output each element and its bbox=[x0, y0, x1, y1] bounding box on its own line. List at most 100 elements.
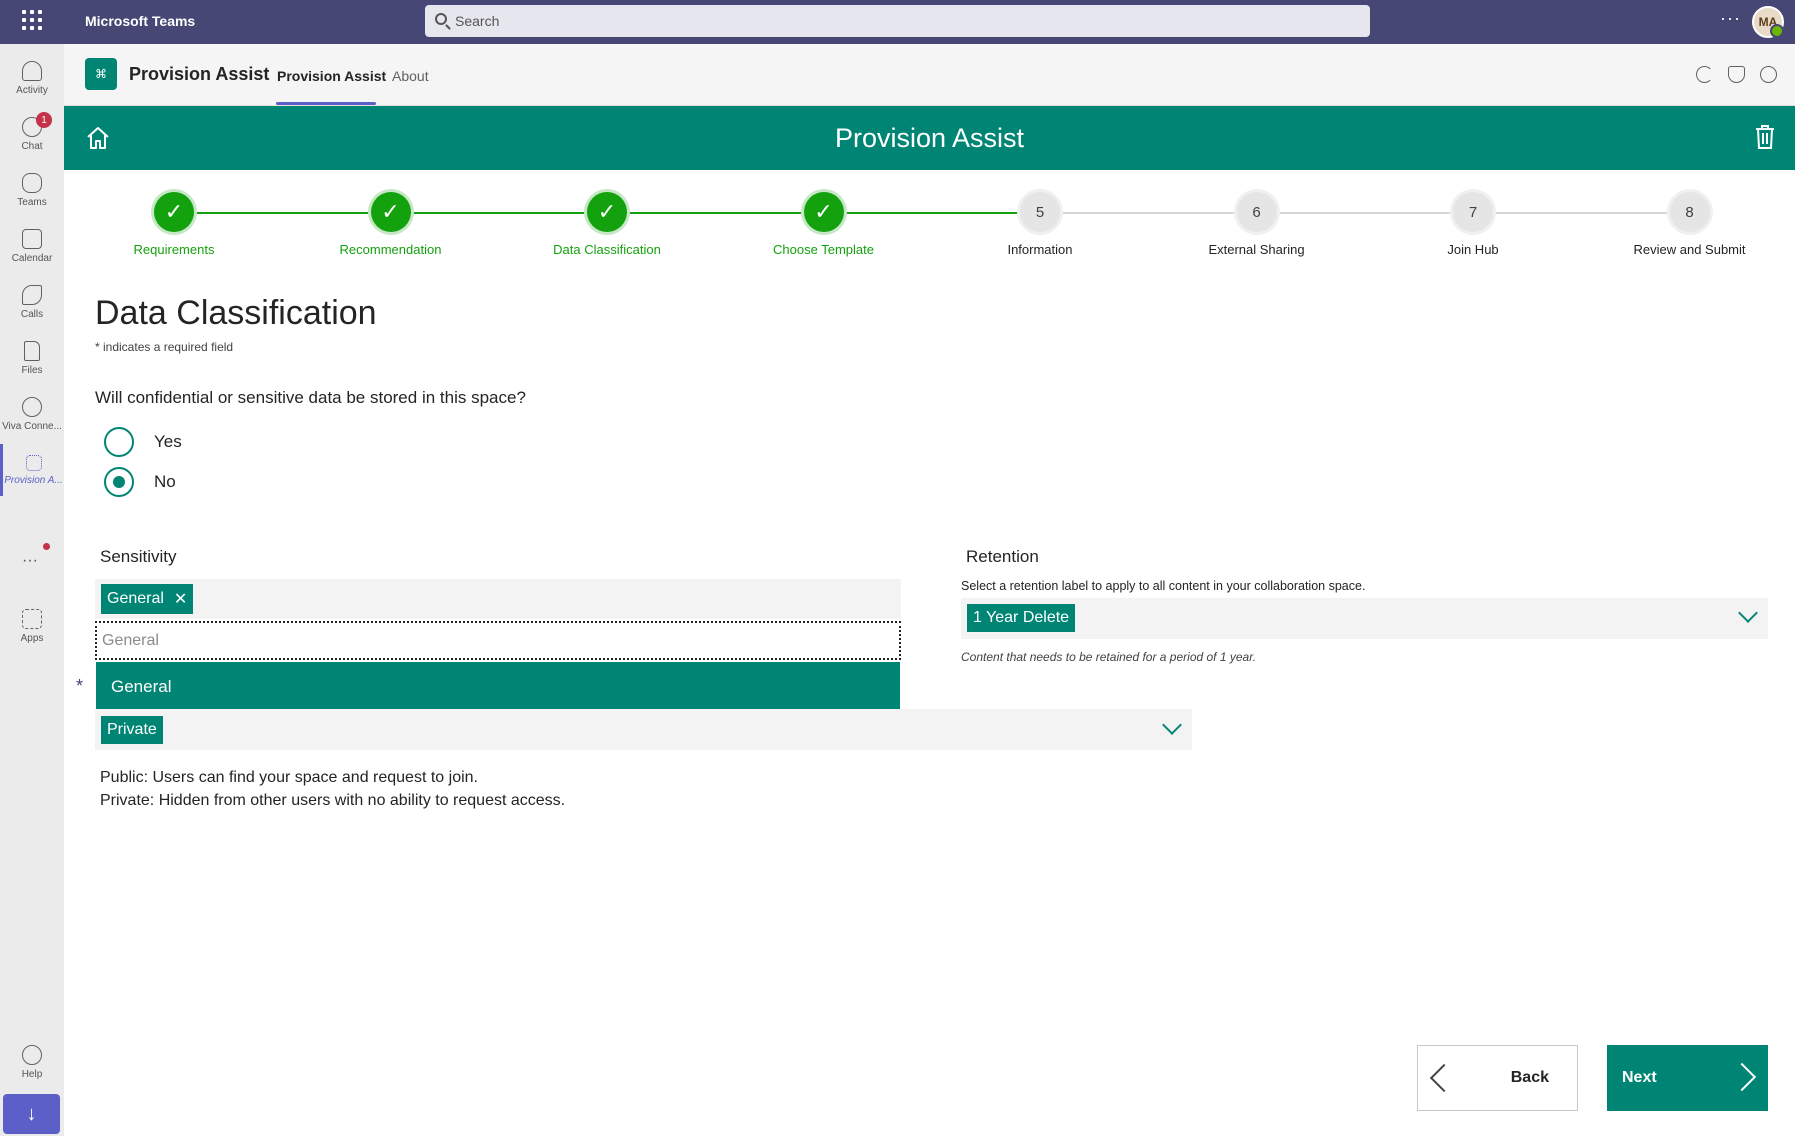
rail-item-viva[interactable]: Viva Conne... bbox=[0, 388, 64, 440]
radio-yes-label: Yes bbox=[154, 432, 182, 451]
rail-item-label: Calendar bbox=[11, 252, 53, 264]
step-check-icon: ✓ bbox=[587, 192, 627, 232]
step-label: External Sharing bbox=[1208, 242, 1305, 257]
retention-dropdown[interactable] bbox=[961, 598, 1768, 639]
avatar[interactable]: MA bbox=[1752, 6, 1784, 38]
teams-top-bar: Microsoft Teams Search ··· MA bbox=[0, 0, 1795, 44]
active-tab-indicator bbox=[276, 102, 376, 105]
refresh-icon[interactable] bbox=[1696, 66, 1713, 83]
step-8: 8 Review and Submit bbox=[1600, 192, 1780, 257]
rail-item-label: Viva Conne... bbox=[2, 420, 62, 432]
step-number: 6 bbox=[1236, 192, 1277, 232]
sensitivity-label: Sensitivity bbox=[100, 547, 177, 566]
radio-no-label: No bbox=[154, 472, 176, 491]
radio-no-circle[interactable] bbox=[104, 467, 134, 497]
sensitivity-tag-label: General bbox=[107, 590, 164, 607]
step-5: 5 Information bbox=[950, 192, 1130, 257]
remove-tag-icon[interactable]: ✕ bbox=[174, 589, 187, 609]
calendar-icon bbox=[22, 228, 42, 249]
rail-item-calendar[interactable]: Calendar bbox=[0, 220, 64, 272]
more-options-icon[interactable]: ··· bbox=[1720, 8, 1741, 29]
rail-item-label: Chat bbox=[21, 140, 43, 152]
main-content: ✓ Requirements ✓ Recommendation ✓ Data Classi… bbox=[64, 170, 1795, 1136]
search-icon bbox=[435, 13, 447, 25]
step-number: 8 bbox=[1669, 192, 1710, 232]
step-7: 7 Join Hub bbox=[1383, 192, 1563, 257]
rail-item-apps[interactable]: Apps bbox=[0, 600, 64, 652]
tab-about[interactable]: About bbox=[392, 68, 429, 84]
retention-tag: 1 Year Delete bbox=[967, 604, 1076, 632]
next-button[interactable]: Next bbox=[1607, 1045, 1768, 1111]
step-3: ✓ Data Classification bbox=[517, 192, 697, 257]
app-header: ⌘ Provision Assist Provision Assist Abou… bbox=[64, 44, 1795, 106]
public-description: Public: Users can find your space and re… bbox=[100, 769, 478, 786]
stepper-remaining-line bbox=[1034, 212, 1684, 214]
app-title: Provision Assist bbox=[129, 64, 270, 84]
step-label: Review and Submit bbox=[1633, 242, 1746, 257]
step-label: Recommendation bbox=[339, 242, 442, 257]
step-label: Join Hub bbox=[1447, 242, 1499, 257]
rail-item-label: Provision A... bbox=[4, 474, 63, 486]
radio-yes[interactable]: Yes bbox=[104, 427, 304, 457]
step-4: ✓ Choose Template bbox=[734, 192, 914, 257]
trash-icon[interactable] bbox=[1754, 124, 1776, 150]
rail-item-calls[interactable]: Calls bbox=[0, 276, 64, 328]
chevron-right-icon bbox=[1727, 1062, 1757, 1092]
teams-icon bbox=[22, 172, 42, 193]
file-icon bbox=[24, 340, 40, 361]
provision-icon bbox=[25, 454, 42, 471]
more-apps-icon[interactable]: ··· bbox=[22, 552, 38, 570]
rail-item-provision-assist[interactable]: Provision A... bbox=[0, 444, 64, 496]
download-icon[interactable]: ↓ bbox=[3, 1094, 60, 1134]
chevron-left-icon bbox=[1429, 1063, 1459, 1093]
search-placeholder: Search bbox=[455, 13, 500, 29]
step-label: Requirements bbox=[133, 242, 215, 257]
rail-item-label: Files bbox=[21, 364, 43, 376]
radio-no[interactable]: No bbox=[104, 467, 304, 497]
privacy-dropdown[interactable] bbox=[95, 709, 1192, 750]
step-label: Data Classification bbox=[553, 242, 661, 257]
rail-item-files[interactable]: Files bbox=[0, 332, 64, 384]
rail-item-label: Calls bbox=[20, 308, 44, 320]
search-input[interactable]: Search bbox=[425, 5, 1370, 37]
step-label: Information bbox=[1007, 242, 1073, 257]
privacy-tag: Private bbox=[101, 716, 163, 744]
help-icon bbox=[22, 1044, 42, 1065]
phone-icon bbox=[22, 284, 42, 305]
sensitivity-picker[interactable] bbox=[95, 579, 901, 619]
rail-item-help[interactable]: Help bbox=[0, 1036, 64, 1088]
radio-yes-circle[interactable] bbox=[104, 427, 134, 457]
back-button[interactable]: Back bbox=[1417, 1045, 1578, 1111]
sensitivity-search-input[interactable]: General bbox=[95, 621, 901, 660]
privacy-description: Public: Users can find your space and re… bbox=[100, 766, 565, 812]
app-launcher-icon[interactable] bbox=[22, 10, 42, 30]
back-label: Back bbox=[1510, 1069, 1549, 1086]
private-description: Private: Hidden from other users with no… bbox=[100, 792, 566, 809]
step-check-icon: ✓ bbox=[803, 192, 844, 232]
confidential-question: Will confidential or sensitive data be s… bbox=[95, 388, 526, 407]
step-number: 5 bbox=[1020, 192, 1060, 232]
globe-icon[interactable] bbox=[1760, 66, 1777, 83]
apps-icon bbox=[22, 608, 42, 629]
shield-icon[interactable] bbox=[1728, 66, 1745, 83]
sensitivity-option-general[interactable]: General bbox=[96, 662, 900, 712]
retention-help-text: Select a retention label to apply to all… bbox=[961, 579, 1366, 593]
required-field-note: * indicates a required field bbox=[95, 340, 234, 354]
step-check-icon: ✓ bbox=[370, 192, 411, 232]
required-marker: * bbox=[76, 676, 84, 696]
rail-item-label: Teams bbox=[17, 196, 47, 208]
step-label: Choose Template bbox=[773, 242, 874, 257]
step-2: ✓ Recommendation bbox=[301, 192, 481, 257]
bell-icon bbox=[22, 60, 42, 81]
rail-item-label: Help bbox=[21, 1068, 43, 1080]
rail-item-activity[interactable]: Activity bbox=[0, 52, 64, 104]
rail-item-label: Apps bbox=[20, 632, 44, 644]
retention-note: Content that needs to be retained for a … bbox=[961, 650, 1257, 664]
step-check-icon: ✓ bbox=[154, 192, 194, 232]
tab-provision-assist[interactable]: Provision Assist bbox=[277, 68, 386, 84]
rail-item-chat[interactable]: 1 Chat bbox=[0, 108, 64, 160]
rail-item-teams[interactable]: Teams bbox=[0, 164, 64, 216]
retention-label: Retention bbox=[966, 547, 1039, 566]
step-6: 6 External Sharing bbox=[1167, 192, 1347, 257]
page-banner: Provision Assist bbox=[64, 106, 1795, 170]
